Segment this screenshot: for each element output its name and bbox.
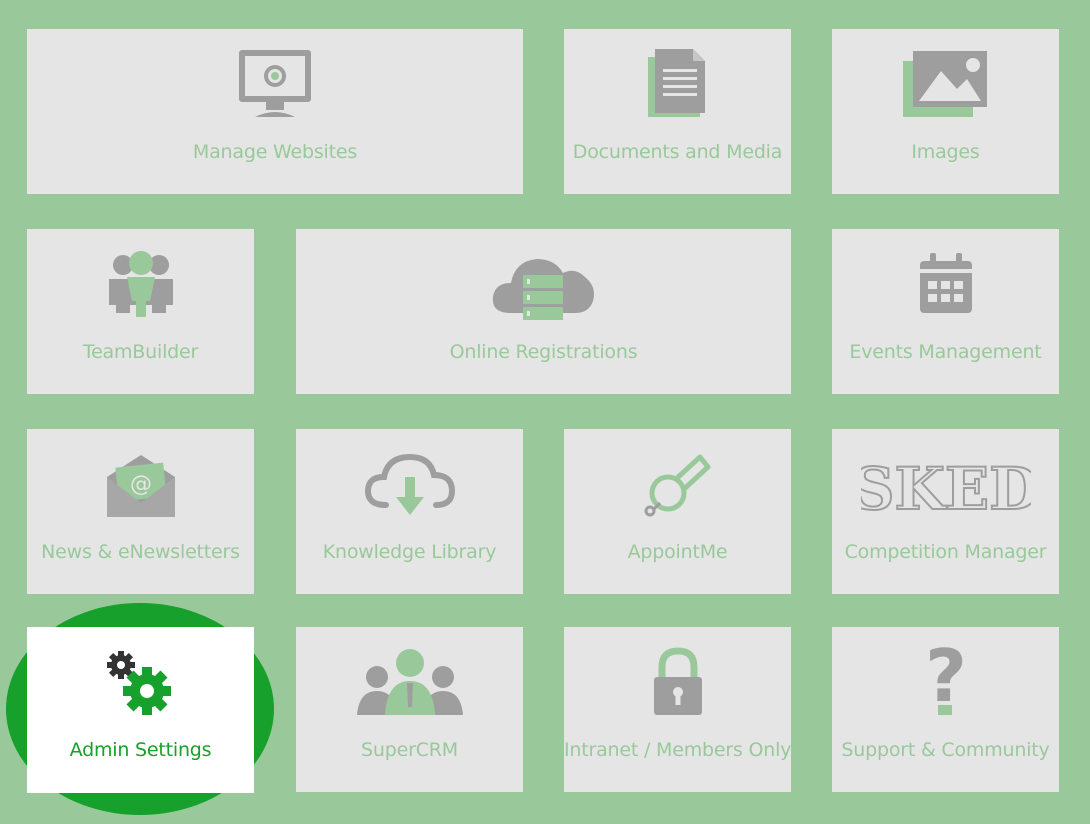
- tile-images[interactable]: Images: [832, 29, 1059, 194]
- at-symbol: @: [130, 472, 152, 497]
- tile-label: AppointMe: [627, 541, 728, 563]
- tile-events-management[interactable]: Events Management: [832, 229, 1059, 394]
- tile-label: Admin Settings: [69, 739, 212, 761]
- cloud-server-icon: [492, 259, 594, 320]
- tile-competition-manager[interactable]: SKED Competition Manager: [832, 429, 1059, 594]
- tile-label: Manage Websites: [192, 141, 358, 163]
- tile-label: SuperCRM: [361, 739, 458, 761]
- tile-label: Support & Community: [841, 739, 1050, 761]
- tile-teambuilder[interactable]: TeamBuilder: [27, 229, 254, 394]
- tile-support-community[interactable]: ? Support & Community: [832, 627, 1059, 792]
- tile-supercrm[interactable]: SuperCRM: [296, 627, 523, 792]
- tile-appointme[interactable]: AppointMe: [564, 429, 791, 594]
- question-icon: ?: [925, 643, 967, 717]
- padlock-icon: [653, 647, 702, 715]
- gears-icon: [106, 651, 171, 715]
- team-icon: [108, 251, 173, 317]
- tile-label: Knowledge Library: [322, 541, 497, 563]
- tile-label: Events Management: [849, 341, 1042, 363]
- tile-label: Online Registrations: [449, 341, 638, 363]
- tile-label: Competition Manager: [844, 541, 1047, 563]
- tile-admin-settings[interactable]: Admin Settings: [27, 627, 254, 792]
- tile-label: Intranet / Members Only: [564, 739, 792, 761]
- cloud-download-icon: [364, 453, 455, 515]
- tile-knowledge-library[interactable]: Knowledge Library: [296, 429, 523, 594]
- tile-news-enewsletters[interactable]: @ News & eNewsletters: [27, 429, 254, 594]
- monitor-icon: [239, 50, 311, 117]
- tile-online-registrations[interactable]: Online Registrations: [296, 229, 791, 394]
- people-icon: [356, 649, 463, 715]
- sked-logo-icon: SKED: [861, 454, 1031, 515]
- envelope-at-icon: @: [106, 455, 175, 517]
- tile-label: TeamBuilder: [82, 341, 199, 363]
- tile-label: Documents and Media: [572, 141, 783, 163]
- calendar-icon: [919, 253, 972, 313]
- tile-intranet-members[interactable]: Intranet / Members Only: [564, 627, 791, 792]
- whistle-icon: [644, 454, 710, 517]
- sked-text: SKED: [861, 455, 1031, 515]
- image-icon: [902, 51, 987, 117]
- tile-documents-media[interactable]: Documents and Media: [564, 29, 791, 194]
- tile-manage-websites[interactable]: Manage Websites: [27, 29, 523, 194]
- tile-label: News & eNewsletters: [41, 541, 240, 563]
- tile-label: Images: [911, 141, 980, 163]
- document-icon: [647, 49, 705, 117]
